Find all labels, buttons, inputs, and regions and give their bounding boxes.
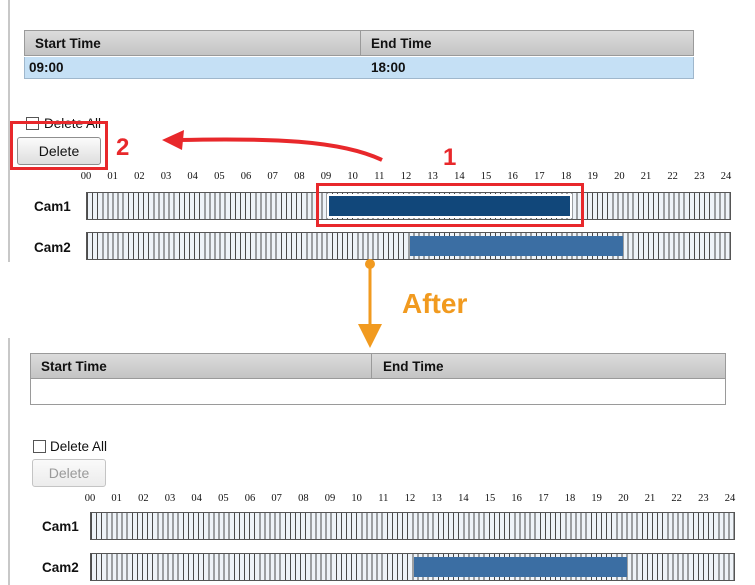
hour-tick-label: 02 [134, 171, 145, 182]
hour-tick-label: 20 [614, 171, 625, 182]
hour-tick-label: 15 [484, 493, 496, 504]
hour-tick-label: 07 [267, 171, 278, 182]
hour-tick-label: 03 [160, 171, 172, 182]
before-schedule-table-header: Start Time End Time [24, 30, 694, 56]
hour-tick-label: 02 [138, 493, 149, 504]
hour-tick-label: 10 [347, 171, 358, 182]
hour-tick-label: 04 [191, 493, 202, 504]
delete-all-checkbox[interactable] [33, 440, 46, 453]
step-arrow-icon [162, 130, 383, 162]
hour-tick-label: 18 [560, 171, 572, 182]
end-time-column-header: End Time [371, 36, 432, 51]
hour-tick-label: 17 [538, 493, 549, 504]
hour-tick-label: 24 [720, 171, 732, 182]
left-edge-divider-after [8, 338, 10, 585]
hour-tick-label: 15 [480, 171, 492, 182]
cam1-schedule-track[interactable] [90, 512, 735, 540]
hour-tick-label: 13 [427, 171, 438, 182]
before-schedule-row-selected[interactable]: 09:00 18:00 [24, 57, 694, 79]
hour-tick-label: 09 [320, 171, 332, 182]
cam2-label: Cam2 [34, 240, 71, 255]
delete-button-disabled[interactable]: Delete [32, 459, 106, 487]
hour-tick-label: 23 [698, 493, 709, 504]
cam2-schedule-block[interactable] [413, 557, 628, 577]
hour-tick-label: 00 [80, 171, 92, 182]
hour-tick-label: 00 [84, 493, 96, 504]
cam2-schedule-block[interactable] [409, 236, 624, 256]
hour-tick-label: 12 [400, 171, 412, 182]
step2-highlight-box [10, 121, 108, 170]
cam1-label: Cam1 [34, 199, 71, 214]
hour-tick-label: 05 [218, 493, 229, 504]
step1-highlight-box [316, 183, 584, 227]
hour-tick-label: 21 [644, 493, 656, 504]
hour-tick-label: 20 [618, 493, 629, 504]
delete-all-label: Delete All [50, 439, 108, 454]
hour-tick-label: 04 [187, 171, 198, 182]
start-time-cell: 09:00 [29, 60, 64, 75]
hour-tick-label: 18 [564, 493, 576, 504]
start-time-column-header: Start Time [41, 359, 107, 374]
hour-tick-label: 23 [694, 171, 705, 182]
after-arrow-icon [358, 259, 382, 348]
hour-tick-label: 14 [458, 493, 469, 504]
hour-tick-label: 16 [511, 493, 522, 504]
hour-tick-label: 14 [454, 171, 465, 182]
hour-tick-label: 22 [671, 493, 682, 504]
hour-tick-label: 11 [378, 493, 389, 504]
hour-tick-label: 12 [404, 493, 416, 504]
cam2-schedule-track[interactable] [86, 232, 731, 260]
hour-tick-label: 24 [724, 493, 736, 504]
hour-tick-label: 05 [214, 171, 225, 182]
hour-tick-label: 17 [534, 171, 545, 182]
hour-tick-label: 09 [324, 493, 336, 504]
step1-callout: 1 [443, 144, 457, 171]
hour-tick-label: 06 [240, 171, 252, 182]
hour-tick-label: 03 [164, 493, 176, 504]
end-time-column-header: End Time [383, 359, 444, 374]
hour-tick-label: 21 [640, 171, 652, 182]
end-time-cell: 18:00 [371, 60, 406, 75]
hour-tick-label: 11 [374, 171, 385, 182]
start-time-column-header: Start Time [35, 36, 101, 51]
hour-tick-label: 01 [107, 171, 118, 182]
hour-tick-label: 08 [298, 493, 309, 504]
after-hour-scale: 00 01 02 03 04 05 06 07 08 09 10 11 12 13 14 15 16 17 18 19… [85, 493, 736, 507]
hour-tick-label: 07 [271, 493, 282, 504]
hour-tick-label: 13 [431, 493, 442, 504]
after-label: After [402, 288, 468, 319]
hour-tick-label: 06 [244, 493, 256, 504]
hour-tick-label: 16 [507, 171, 518, 182]
after-schedule-table-header: Start Time End Time [30, 353, 726, 379]
step2-callout: 2 [116, 134, 130, 161]
hour-tick-label: 19 [587, 171, 598, 182]
hour-tick-label: 01 [111, 493, 122, 504]
after-table-body-empty [30, 379, 726, 405]
cam2-schedule-track[interactable] [90, 553, 735, 581]
hour-tick-label: 22 [667, 171, 678, 182]
hour-tick-label: 10 [351, 493, 362, 504]
hour-tick-label: 19 [591, 493, 602, 504]
hour-tick-label: 08 [294, 171, 305, 182]
cam2-label: Cam2 [42, 560, 79, 575]
cam1-label: Cam1 [42, 519, 79, 534]
